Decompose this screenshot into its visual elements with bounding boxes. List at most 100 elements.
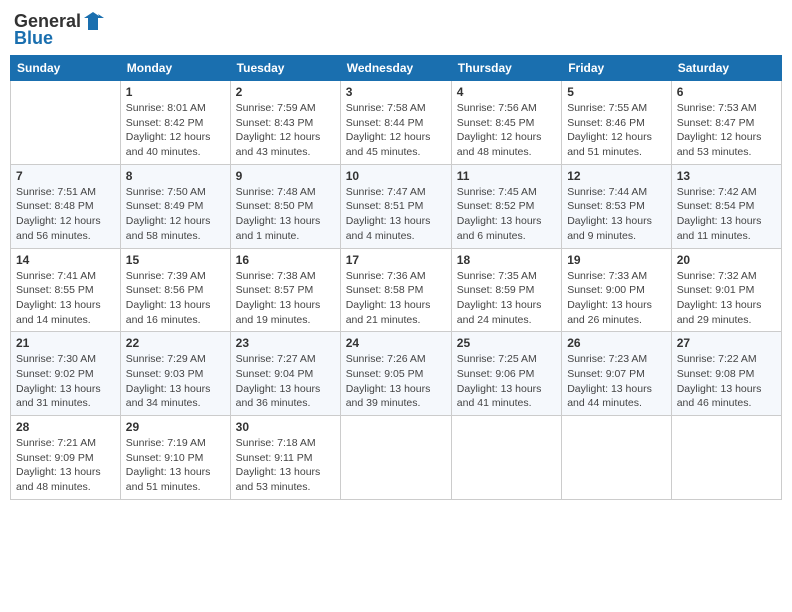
calendar-cell: 6 Sunrise: 7:53 AM Sunset: 8:47 PM Daylig… [671, 81, 781, 165]
day-number: 19 [567, 253, 666, 267]
calendar-cell: 27Sunrise: 7:22 AM Sunset: 9:08 PM Dayli… [671, 332, 781, 416]
calendar-cell: 9 Sunrise: 7:48 AM Sunset: 8:50 PM Daylig… [230, 164, 340, 248]
calendar-cell: 3 Sunrise: 7:58 AM Sunset: 8:44 PM Daylig… [340, 81, 451, 165]
day-info: Sunrise: 7:58 AM Sunset: 8:44 PM Dayligh… [346, 101, 446, 160]
calendar-cell: 28 Sunrise: 7:21 AM Sunset: 9:09 PM Dayli… [11, 416, 121, 500]
day-info: Sunrise: 7:55 AM Sunset: 8:46 PM Dayligh… [567, 101, 666, 160]
day-number: 29 [126, 420, 225, 434]
calendar-cell: 10 Sunrise: 7:47 AM Sunset: 8:51 PM Dayli… [340, 164, 451, 248]
day-number: 2 [236, 85, 335, 99]
day-info: Sunrise: 7:44 AM Sunset: 8:53 PM Dayligh… [567, 185, 666, 244]
calendar-cell: 20 Sunrise: 7:32 AM Sunset: 9:01 PM Dayli… [671, 248, 781, 332]
calendar-cell [11, 81, 121, 165]
day-number: 6 [677, 85, 776, 99]
calendar-cell: 16 Sunrise: 7:38 AM Sunset: 8:57 PM Dayli… [230, 248, 340, 332]
calendar-cell: 7 Sunrise: 7:51 AM Sunset: 8:48 PM Daylig… [11, 164, 121, 248]
day-info: Sunrise: 7:59 AM Sunset: 8:43 PM Dayligh… [236, 101, 335, 160]
day-number: 28 [16, 420, 115, 434]
day-info: Sunrise: 7:27 AM Sunset: 9:04 PM Dayligh… [236, 352, 335, 411]
day-number: 14 [16, 253, 115, 267]
column-header-friday: Friday [562, 56, 672, 81]
day-info: Sunrise: 7:18 AM Sunset: 9:11 PM Dayligh… [236, 436, 335, 495]
calendar-cell: 2 Sunrise: 7:59 AM Sunset: 8:43 PM Daylig… [230, 81, 340, 165]
week-row-5: 28 Sunrise: 7:21 AM Sunset: 9:09 PM Dayli… [11, 416, 782, 500]
day-number: 1 [126, 85, 225, 99]
day-number: 24 [346, 336, 446, 350]
week-row-2: 7 Sunrise: 7:51 AM Sunset: 8:48 PM Daylig… [11, 164, 782, 248]
day-info: Sunrise: 7:53 AM Sunset: 8:47 PM Dayligh… [677, 101, 776, 160]
calendar-cell: 25 Sunrise: 7:25 AM Sunset: 9:06 PM Dayli… [451, 332, 561, 416]
calendar-cell: 30Sunrise: 7:18 AM Sunset: 9:11 PM Dayli… [230, 416, 340, 500]
day-info: Sunrise: 7:33 AM Sunset: 9:00 PM Dayligh… [567, 269, 666, 328]
day-info: Sunrise: 7:21 AM Sunset: 9:09 PM Dayligh… [16, 436, 115, 495]
day-number: 3 [346, 85, 446, 99]
logo-bird-icon [82, 10, 104, 32]
week-row-3: 14 Sunrise: 7:41 AM Sunset: 8:55 PM Dayli… [11, 248, 782, 332]
calendar-cell: 15Sunrise: 7:39 AM Sunset: 8:56 PM Dayli… [120, 248, 230, 332]
calendar-cell: 26 Sunrise: 7:23 AM Sunset: 9:07 PM Dayli… [562, 332, 672, 416]
calendar-table: SundayMondayTuesdayWednesdayThursdayFrid… [10, 55, 782, 500]
day-number: 16 [236, 253, 335, 267]
day-info: Sunrise: 7:48 AM Sunset: 8:50 PM Dayligh… [236, 185, 335, 244]
calendar-cell: 13Sunrise: 7:42 AM Sunset: 8:54 PM Dayli… [671, 164, 781, 248]
column-header-sunday: Sunday [11, 56, 121, 81]
calendar-cell: 5 Sunrise: 7:55 AM Sunset: 8:46 PM Daylig… [562, 81, 672, 165]
day-info: Sunrise: 7:19 AM Sunset: 9:10 PM Dayligh… [126, 436, 225, 495]
day-info: Sunrise: 7:29 AM Sunset: 9:03 PM Dayligh… [126, 352, 225, 411]
day-info: Sunrise: 7:36 AM Sunset: 8:58 PM Dayligh… [346, 269, 446, 328]
day-number: 17 [346, 253, 446, 267]
calendar-cell: 17 Sunrise: 7:36 AM Sunset: 8:58 PM Dayli… [340, 248, 451, 332]
column-header-tuesday: Tuesday [230, 56, 340, 81]
day-info: Sunrise: 7:38 AM Sunset: 8:57 PM Dayligh… [236, 269, 335, 328]
day-number: 11 [457, 169, 556, 183]
calendar-cell: 8 Sunrise: 7:50 AM Sunset: 8:49 PM Daylig… [120, 164, 230, 248]
calendar-cell: 18Sunrise: 7:35 AM Sunset: 8:59 PM Dayli… [451, 248, 561, 332]
day-number: 5 [567, 85, 666, 99]
day-info: Sunrise: 7:50 AM Sunset: 8:49 PM Dayligh… [126, 185, 225, 244]
day-info: Sunrise: 7:32 AM Sunset: 9:01 PM Dayligh… [677, 269, 776, 328]
day-info: Sunrise: 7:35 AM Sunset: 8:59 PM Dayligh… [457, 269, 556, 328]
day-info: Sunrise: 7:51 AM Sunset: 8:48 PM Dayligh… [16, 185, 115, 244]
calendar-cell: 24 Sunrise: 7:26 AM Sunset: 9:05 PM Dayli… [340, 332, 451, 416]
logo-blue-text: Blue [14, 28, 53, 49]
calendar-cell [340, 416, 451, 500]
day-number: 15 [126, 253, 225, 267]
calendar-cell [451, 416, 561, 500]
day-number: 23 [236, 336, 335, 350]
calendar-cell: 22Sunrise: 7:29 AM Sunset: 9:03 PM Dayli… [120, 332, 230, 416]
day-info: Sunrise: 7:47 AM Sunset: 8:51 PM Dayligh… [346, 185, 446, 244]
day-info: Sunrise: 8:01 AM Sunset: 8:42 PM Dayligh… [126, 101, 225, 160]
day-info: Sunrise: 7:23 AM Sunset: 9:07 PM Dayligh… [567, 352, 666, 411]
day-number: 20 [677, 253, 776, 267]
column-header-wednesday: Wednesday [340, 56, 451, 81]
calendar-cell: 14 Sunrise: 7:41 AM Sunset: 8:55 PM Dayli… [11, 248, 121, 332]
day-number: 10 [346, 169, 446, 183]
day-number: 7 [16, 169, 115, 183]
day-number: 26 [567, 336, 666, 350]
day-number: 25 [457, 336, 556, 350]
column-header-monday: Monday [120, 56, 230, 81]
day-number: 8 [126, 169, 225, 183]
day-number: 21 [16, 336, 115, 350]
day-info: Sunrise: 7:26 AM Sunset: 9:05 PM Dayligh… [346, 352, 446, 411]
day-info: Sunrise: 7:25 AM Sunset: 9:06 PM Dayligh… [457, 352, 556, 411]
day-info: Sunrise: 7:56 AM Sunset: 8:45 PM Dayligh… [457, 101, 556, 160]
calendar-cell: 11 Sunrise: 7:45 AM Sunset: 8:52 PM Dayli… [451, 164, 561, 248]
column-header-thursday: Thursday [451, 56, 561, 81]
day-info: Sunrise: 7:42 AM Sunset: 8:54 PM Dayligh… [677, 185, 776, 244]
day-info: Sunrise: 7:30 AM Sunset: 9:02 PM Dayligh… [16, 352, 115, 411]
calendar-cell: 21 Sunrise: 7:30 AM Sunset: 9:02 PM Dayli… [11, 332, 121, 416]
calendar-cell: 4 Sunrise: 7:56 AM Sunset: 8:45 PM Daylig… [451, 81, 561, 165]
day-number: 9 [236, 169, 335, 183]
calendar-cell: 29 Sunrise: 7:19 AM Sunset: 9:10 PM Dayli… [120, 416, 230, 500]
week-row-4: 21 Sunrise: 7:30 AM Sunset: 9:02 PM Dayli… [11, 332, 782, 416]
day-number: 4 [457, 85, 556, 99]
logo: General Blue [14, 10, 105, 49]
calendar-cell [562, 416, 672, 500]
calendar-cell [671, 416, 781, 500]
day-info: Sunrise: 7:45 AM Sunset: 8:52 PM Dayligh… [457, 185, 556, 244]
page-header: General Blue [10, 10, 782, 49]
calendar-cell: 23 Sunrise: 7:27 AM Sunset: 9:04 PM Dayli… [230, 332, 340, 416]
column-header-saturday: Saturday [671, 56, 781, 81]
day-info: Sunrise: 7:41 AM Sunset: 8:55 PM Dayligh… [16, 269, 115, 328]
